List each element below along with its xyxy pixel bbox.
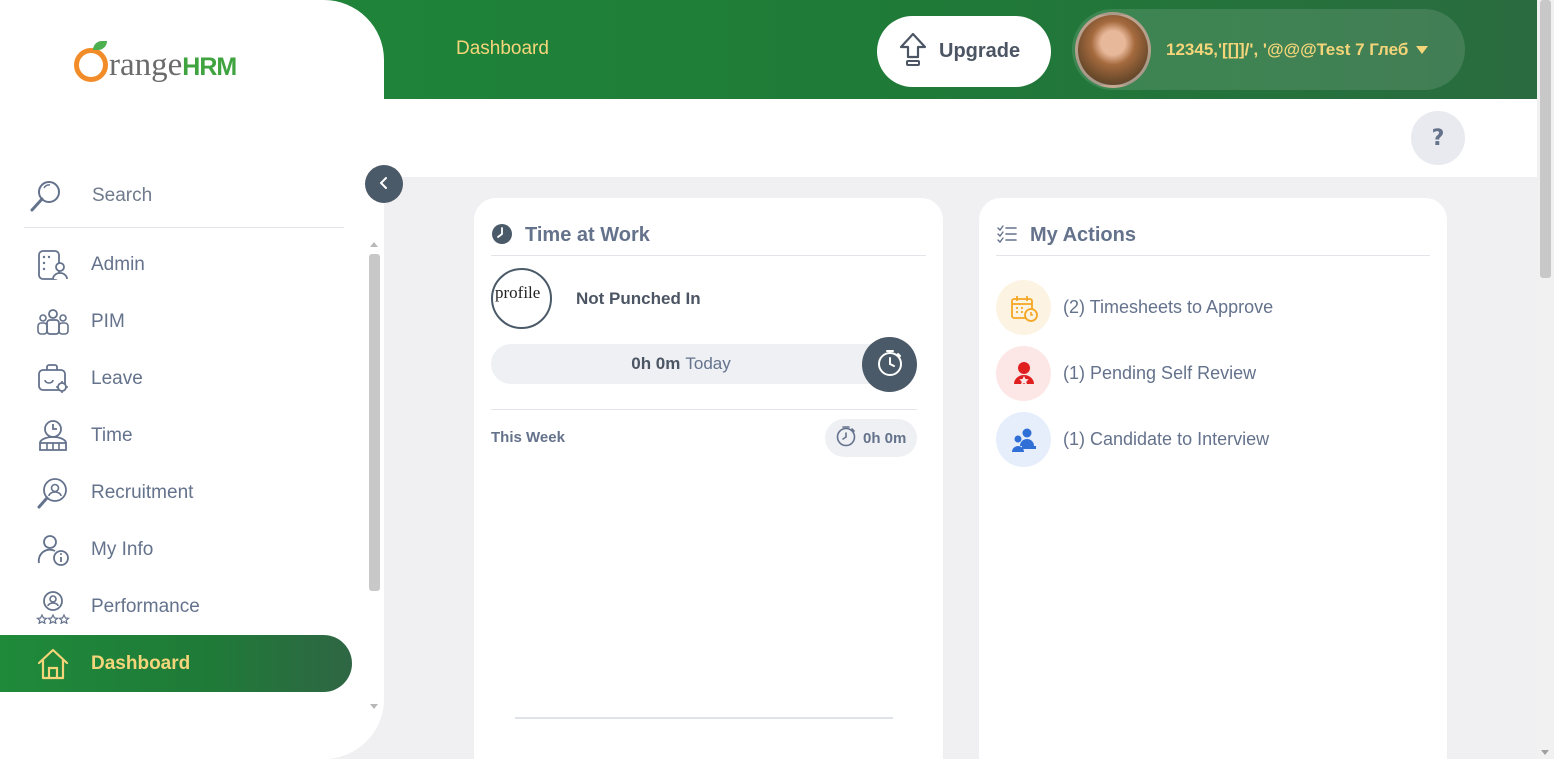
list-icon bbox=[996, 224, 1018, 248]
page-title: Dashboard bbox=[456, 38, 549, 59]
divider bbox=[491, 409, 917, 410]
dashboard-icon bbox=[34, 647, 72, 681]
stopwatch-icon bbox=[876, 349, 904, 381]
self-review-icon bbox=[996, 346, 1051, 401]
punch-status: Not Punched In bbox=[576, 289, 701, 308]
timesheet-calendar-icon bbox=[996, 280, 1051, 335]
sidebar-item-leave[interactable]: Leave bbox=[0, 350, 352, 407]
card-header: My Actions bbox=[996, 216, 1430, 256]
profile-alt-text: profile bbox=[495, 283, 541, 302]
sidebar-item-label: Admin bbox=[91, 253, 145, 275]
sidebar-menu: Admin PIM Leave Time Recruitment My Info… bbox=[0, 236, 352, 692]
pim-icon bbox=[34, 305, 72, 339]
sidebar-item-label: Time bbox=[91, 424, 133, 446]
card-header: Time at Work bbox=[491, 216, 926, 256]
recruitment-icon bbox=[34, 476, 72, 510]
sidebar-item-label: Dashboard bbox=[91, 652, 191, 674]
clock-icon bbox=[491, 223, 513, 249]
card-title: Time at Work bbox=[525, 224, 650, 246]
my-info-icon bbox=[34, 533, 72, 567]
time-at-work-card: Time at Work profile Not Punched In 0h 0… bbox=[474, 198, 943, 759]
orangehrm-logo: range HRM bbox=[74, 41, 237, 83]
sidebar-item-label: PIM bbox=[91, 310, 125, 332]
sidebar-item-time[interactable]: Time bbox=[0, 407, 352, 464]
sidebar-item-my-info[interactable]: My Info bbox=[0, 521, 352, 578]
performance-icon bbox=[34, 590, 72, 624]
upgrade-label: Upgrade bbox=[939, 40, 1021, 62]
week-total-value: 0h 0m bbox=[863, 429, 907, 447]
sidebar-item-admin[interactable]: Admin bbox=[0, 236, 352, 293]
page-scrollbar[interactable] bbox=[1537, 0, 1554, 759]
week-chart-axis bbox=[515, 717, 893, 719]
scroll-up-arrow-icon[interactable] bbox=[370, 242, 378, 247]
sidebar-item-label: My Info bbox=[91, 538, 154, 560]
scroll-down-arrow-icon[interactable] bbox=[1541, 750, 1549, 755]
sidebar-scrollbar-thumb[interactable] bbox=[369, 254, 380, 591]
card-title: My Actions bbox=[1030, 224, 1136, 246]
logo-text: range bbox=[109, 47, 183, 83]
sidebar-item-recruitment[interactable]: Recruitment bbox=[0, 464, 352, 521]
search-input[interactable]: Search bbox=[24, 164, 344, 228]
sub-header bbox=[384, 99, 1537, 177]
chevron-left-icon bbox=[378, 175, 390, 194]
leave-icon bbox=[34, 362, 72, 396]
avatar bbox=[1075, 11, 1151, 88]
action-pending-self-review[interactable]: (1) Pending Self Review bbox=[996, 346, 1256, 401]
scroll-down-arrow-icon[interactable] bbox=[370, 704, 378, 709]
action-timesheets-to-approve[interactable]: (2) Timesheets to Approve bbox=[996, 280, 1273, 335]
candidate-interview-icon bbox=[996, 412, 1051, 467]
sidebar-item-dashboard[interactable]: Dashboard bbox=[0, 635, 352, 692]
sidebar-collapse-button[interactable] bbox=[365, 165, 403, 203]
today-duration: 0h 0m Today bbox=[491, 344, 901, 384]
page-scrollbar-thumb[interactable] bbox=[1540, 0, 1551, 278]
upgrade-button[interactable]: Upgrade bbox=[877, 16, 1051, 87]
sidebar: range HRM Search Admin PIM Leave Time Re… bbox=[0, 0, 384, 759]
sidebar-item-label: Leave bbox=[91, 367, 143, 389]
today-value: 0h 0m bbox=[631, 354, 681, 373]
punch-in-button[interactable] bbox=[862, 337, 917, 392]
time-icon bbox=[34, 419, 72, 453]
action-label: (1) Pending Self Review bbox=[1063, 363, 1257, 383]
upgrade-arrow-icon bbox=[899, 32, 927, 72]
help-button[interactable]: ? bbox=[1411, 111, 1465, 165]
action-candidate-to-interview[interactable]: (1) Candidate to Interview bbox=[996, 412, 1269, 467]
sidebar-item-label: Recruitment bbox=[91, 481, 194, 503]
sidebar-item-pim[interactable]: PIM bbox=[0, 293, 352, 350]
my-actions-card: My Actions (2) Timesheets to Approve (1)… bbox=[979, 198, 1447, 759]
caret-down-icon bbox=[1416, 45, 1429, 54]
orange-logo-icon bbox=[74, 41, 108, 82]
this-week-label: This Week bbox=[491, 429, 565, 446]
user-dropdown[interactable]: 12345,'[[]]/', '@@@Test 7 Глеб bbox=[1072, 9, 1465, 90]
today-label: Today bbox=[685, 354, 731, 373]
action-label: (1) Candidate to Interview bbox=[1063, 429, 1270, 449]
sidebar-item-performance[interactable]: Performance bbox=[0, 578, 352, 635]
search-placeholder: Search bbox=[92, 184, 153, 206]
week-total-badge: 0h 0m bbox=[825, 419, 917, 457]
logo-text-hrm: HRM bbox=[182, 53, 237, 81]
sidebar-scrollbar[interactable] bbox=[367, 238, 382, 713]
user-name: 12345,'[[]]/', '@@@Test 7 Глеб bbox=[1166, 39, 1409, 59]
action-label: (2) Timesheets to Approve bbox=[1063, 297, 1274, 317]
sidebar-item-label: Performance bbox=[91, 595, 200, 617]
admin-icon bbox=[34, 248, 72, 282]
profile-image: profile bbox=[491, 268, 552, 329]
stopwatch-icon bbox=[835, 425, 857, 451]
search-icon bbox=[24, 178, 68, 214]
